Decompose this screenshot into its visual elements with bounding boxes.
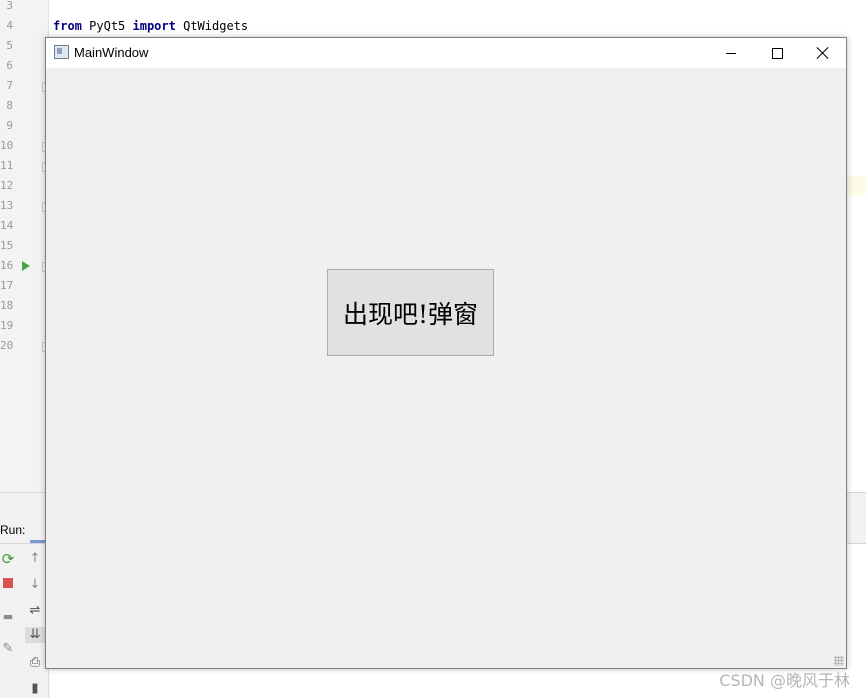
line-number: 14 xyxy=(0,219,14,232)
line-number: 12 xyxy=(0,179,14,192)
show-popup-button[interactable]: 出现吧!弹窗 xyxy=(327,269,494,356)
rerun-icon[interactable]: ⟳ xyxy=(0,551,16,567)
line-number: 20 xyxy=(0,339,14,352)
soft-wrap-icon[interactable]: ⇌ xyxy=(27,603,43,619)
line-number: 3 xyxy=(6,0,13,12)
run-label: Run: xyxy=(0,523,26,537)
code-line-import[interactable]: from PyQt5 import QtWidgets xyxy=(53,16,248,36)
line-number: 17 xyxy=(0,279,14,292)
line-number: 4 xyxy=(6,19,13,32)
window-titlebar[interactable]: MainWindow xyxy=(46,38,846,68)
line-number: 16 xyxy=(0,259,14,272)
keyword-import: import xyxy=(132,19,176,33)
line-number: 5 xyxy=(6,39,13,52)
line-number: 18 xyxy=(0,299,14,312)
watermark-text: CSDN @晚风于林 xyxy=(719,671,850,690)
line-number: 11 xyxy=(0,159,14,172)
pin-icon[interactable]: ✎ xyxy=(0,641,16,657)
close-icon xyxy=(817,47,829,59)
main-window: MainWindow 出现吧!弹窗 xyxy=(45,37,847,669)
minimize-icon xyxy=(726,52,736,54)
scroll-to-end-icon[interactable]: ⇊ xyxy=(25,627,45,643)
window-app-icon xyxy=(54,45,69,59)
line-number: 15 xyxy=(0,239,14,252)
line-number: 9 xyxy=(6,119,13,132)
editor-gutter: 3 4 5 6 7 8 9 10 11 12 13 14 15 16 17 18 19 20 xyxy=(0,0,49,492)
import-name: QtWidgets xyxy=(183,19,249,33)
keyword-from: from xyxy=(53,19,82,33)
module-name: PyQt5 xyxy=(89,19,126,33)
line-number: 7 xyxy=(6,79,13,92)
line-number: 6 xyxy=(6,59,13,72)
minimize-button[interactable] xyxy=(708,38,754,68)
layout-icon[interactable]: ▬ xyxy=(0,609,16,625)
maximize-button[interactable] xyxy=(754,38,800,68)
run-gutter-icon[interactable] xyxy=(22,261,30,271)
stop-icon[interactable] xyxy=(0,577,16,593)
window-title: MainWindow xyxy=(74,45,149,60)
down-arrow-icon[interactable]: ↓ xyxy=(27,577,43,593)
close-button[interactable] xyxy=(800,38,846,68)
line-number: 19 xyxy=(0,319,14,332)
print-icon[interactable]: ⎙ xyxy=(27,655,43,671)
maximize-icon xyxy=(771,47,783,59)
line-number: 8 xyxy=(6,99,13,112)
line-number: 13 xyxy=(0,199,14,212)
up-arrow-icon[interactable]: ↑ xyxy=(27,551,43,567)
trash-icon[interactable]: ▮ xyxy=(27,681,43,697)
resize-grip-icon[interactable] xyxy=(834,656,844,666)
line-number: 10 xyxy=(0,139,14,152)
